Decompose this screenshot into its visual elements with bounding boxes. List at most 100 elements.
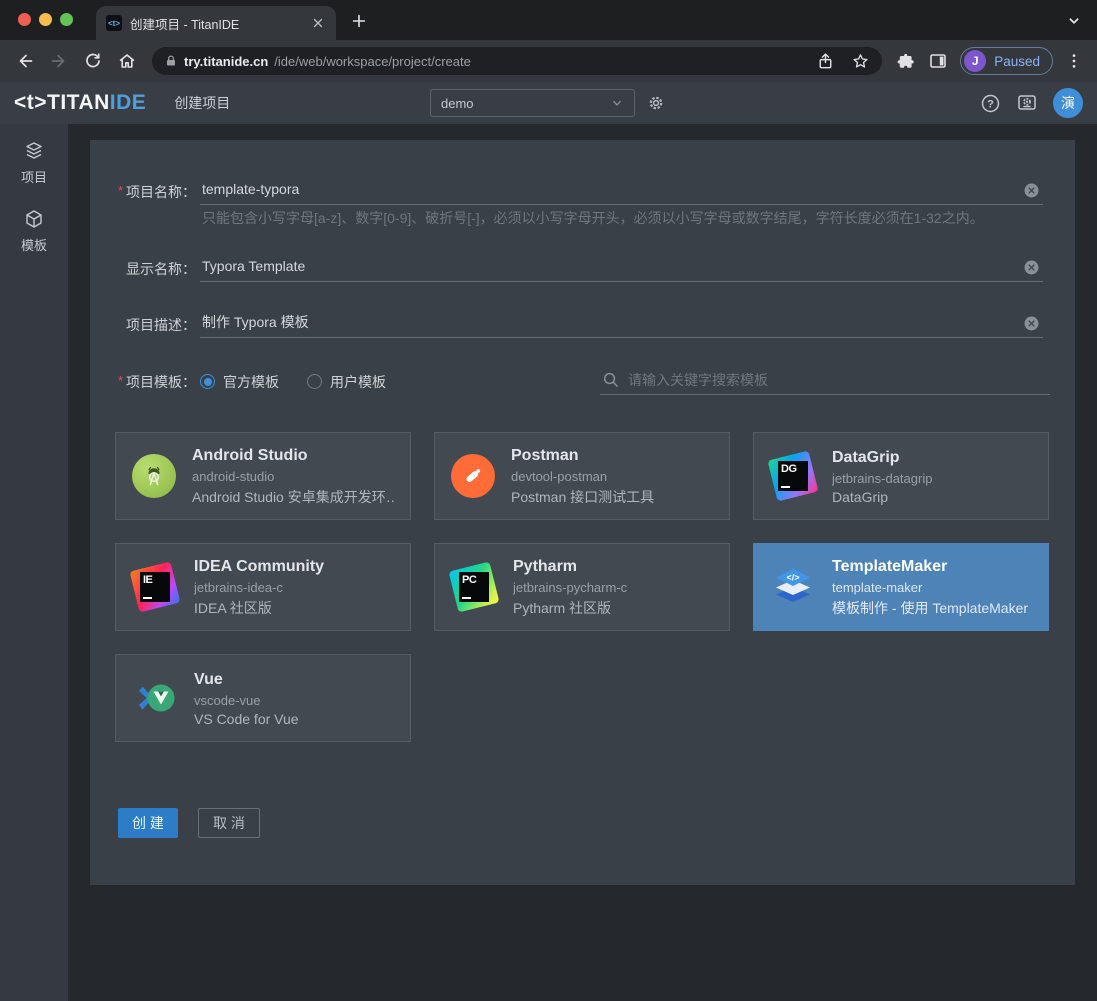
close-window-button[interactable] xyxy=(18,13,31,26)
profile-avatar: J xyxy=(964,50,986,72)
project-desc-input[interactable] xyxy=(200,311,1043,337)
tab-title: 创建项目 - TitanIDE xyxy=(130,14,302,33)
search-icon xyxy=(602,371,619,388)
lock-icon xyxy=(164,54,178,68)
template-search-field xyxy=(600,368,1050,395)
template-card-templatemaker[interactable]: </> TemplateMaker template-maker 模板制作 - … xyxy=(753,543,1049,631)
browser-tab[interactable]: <t> 创建项目 - TitanIDE xyxy=(96,6,336,40)
profile-status: Paused xyxy=(994,54,1040,69)
template-desc: DataGrip xyxy=(832,489,932,505)
display-name-input[interactable] xyxy=(200,255,1043,281)
required-marker: * xyxy=(118,183,123,198)
cancel-button[interactable]: 取 消 xyxy=(198,808,260,838)
minimize-window-button[interactable] xyxy=(39,13,52,26)
reload-button[interactable] xyxy=(78,46,108,76)
project-name-hint: 只能包含小写字母[a-z]、数字[0-9]、破折号[-]，必须以小写字母开头，必… xyxy=(202,208,1062,228)
template-desc: VS Code for Vue xyxy=(194,711,299,727)
template-card-android-studio[interactable]: Android Studio android-studio Android St… xyxy=(115,432,411,520)
browser-profile-button[interactable]: J Paused xyxy=(960,47,1053,75)
radio-official-label[interactable]: 官方模板 xyxy=(223,372,279,392)
url-path: /ide/web/workspace/project/create xyxy=(274,54,471,69)
forward-button[interactable] xyxy=(44,46,74,76)
template-title: TemplateMaker xyxy=(832,557,1032,577)
template-card-vue[interactable]: Vue vscode-vue VS Code for Vue xyxy=(115,654,411,742)
idea-icon: IE xyxy=(132,564,178,610)
clear-icon[interactable] xyxy=(1024,260,1039,275)
radio-user-label[interactable]: 用户模板 xyxy=(330,372,386,392)
sidebar-item-projects[interactable]: 项目 xyxy=(0,136,68,190)
new-tab-button[interactable] xyxy=(348,10,370,32)
workarea: 项目 模板 *项目名称： 只能包含小写字母[a-z]、数字[0-9]、破折号[-… xyxy=(0,124,1097,1001)
template-desc: Postman 接口测试工具 xyxy=(511,487,654,507)
home-button[interactable] xyxy=(112,46,142,76)
sidebar-item-label: 模板 xyxy=(21,235,47,254)
workspace-settings-gear-icon[interactable] xyxy=(646,93,666,113)
layers-icon xyxy=(23,140,45,162)
back-button[interactable] xyxy=(10,46,40,76)
android-studio-icon xyxy=(132,454,176,498)
template-title: Postman xyxy=(511,446,654,466)
project-name-field xyxy=(200,178,1043,205)
project-desc-field xyxy=(200,311,1043,338)
pycharm-icon: PC xyxy=(451,564,497,610)
browser-menu-icon[interactable] xyxy=(1065,52,1083,70)
browser-tab-strip: <t> 创建项目 - TitanIDE xyxy=(0,0,1097,40)
app-header: <t>TITANIDE 创建项目 demo ? 演 xyxy=(0,82,1097,124)
help-icon[interactable]: ? xyxy=(980,93,1001,114)
create-button[interactable]: 创 建 xyxy=(118,808,178,838)
sidebar-item-templates[interactable]: 模板 xyxy=(0,204,68,258)
cube-icon xyxy=(23,208,45,230)
create-project-form: *项目名称： 只能包含小写字母[a-z]、数字[0-9]、破折号[-]，必须以小… xyxy=(90,140,1075,885)
logo-main: <t>TITAN xyxy=(14,91,110,114)
template-desc: Android Studio 安卓集成开发环… xyxy=(192,487,394,507)
clear-icon[interactable] xyxy=(1024,183,1039,198)
postman-icon xyxy=(451,454,495,498)
side-panel-icon[interactable] xyxy=(928,51,948,71)
template-title: Vue xyxy=(194,670,299,690)
template-title: Android Studio xyxy=(192,446,394,466)
template-name: android-studio xyxy=(192,469,394,484)
svg-text:</>: </> xyxy=(786,573,799,583)
template-search-input[interactable] xyxy=(628,372,1048,388)
template-title: Pytharm xyxy=(513,557,627,577)
tab-close-icon[interactable] xyxy=(310,15,326,31)
template-desc: Pytharm 社区版 xyxy=(513,598,627,618)
url-domain: try.titanide.cn xyxy=(184,54,268,69)
required-marker: * xyxy=(118,373,123,388)
workspace-select[interactable]: demo xyxy=(430,89,635,117)
vscode-vue-icon xyxy=(132,675,178,721)
template-card-grid: Android Studio android-studio Android St… xyxy=(115,432,1049,742)
project-template-label: *项目模板： xyxy=(110,372,196,392)
svg-text:?: ? xyxy=(987,98,994,110)
template-card-postman[interactable]: Postman devtool-postman Postman 接口测试工具 xyxy=(434,432,730,520)
project-name-label: *项目名称： xyxy=(110,182,196,202)
zoom-window-button[interactable] xyxy=(60,13,73,26)
template-desc: 模板制作 - 使用 TemplateMaker … xyxy=(832,598,1032,618)
templatemaker-icon: </> xyxy=(770,564,816,610)
tab-search-chevron-icon[interactable] xyxy=(1063,10,1085,32)
template-type-options: 官方模板 用户模板 xyxy=(200,368,406,395)
display-name-label: 显示名称： xyxy=(110,259,196,279)
template-name: jetbrains-pycharm-c xyxy=(513,580,627,595)
radio-official-templates[interactable] xyxy=(200,374,215,389)
chevron-down-icon xyxy=(610,96,624,110)
share-icon[interactable] xyxy=(816,52,835,71)
clear-icon[interactable] xyxy=(1024,316,1039,331)
template-card-pycharm[interactable]: PC Pytharm jetbrains-pycharm-c Pytharm 社… xyxy=(434,543,730,631)
template-card-datagrip[interactable]: DG DataGrip jetbrains-datagrip DataGrip xyxy=(753,432,1049,520)
address-bar[interactable]: try.titanide.cn /ide/web/workspace/proje… xyxy=(152,47,882,75)
page-title: 创建项目 xyxy=(174,93,230,113)
display-name-field xyxy=(200,255,1043,282)
console-settings-icon[interactable] xyxy=(1016,92,1038,114)
user-avatar[interactable]: 演 xyxy=(1053,88,1083,118)
template-card-idea-community[interactable]: IE IDEA Community jetbrains-idea-c IDEA … xyxy=(115,543,411,631)
radio-user-templates[interactable] xyxy=(307,374,322,389)
extensions-puzzle-icon[interactable] xyxy=(896,51,916,71)
template-name: vscode-vue xyxy=(194,693,299,708)
template-name: template-maker xyxy=(832,580,1032,595)
template-name: devtool-postman xyxy=(511,469,654,484)
project-name-input[interactable] xyxy=(200,178,1043,204)
bookmark-star-icon[interactable] xyxy=(851,52,870,71)
template-title: IDEA Community xyxy=(194,557,324,577)
traffic-lights xyxy=(18,13,73,26)
